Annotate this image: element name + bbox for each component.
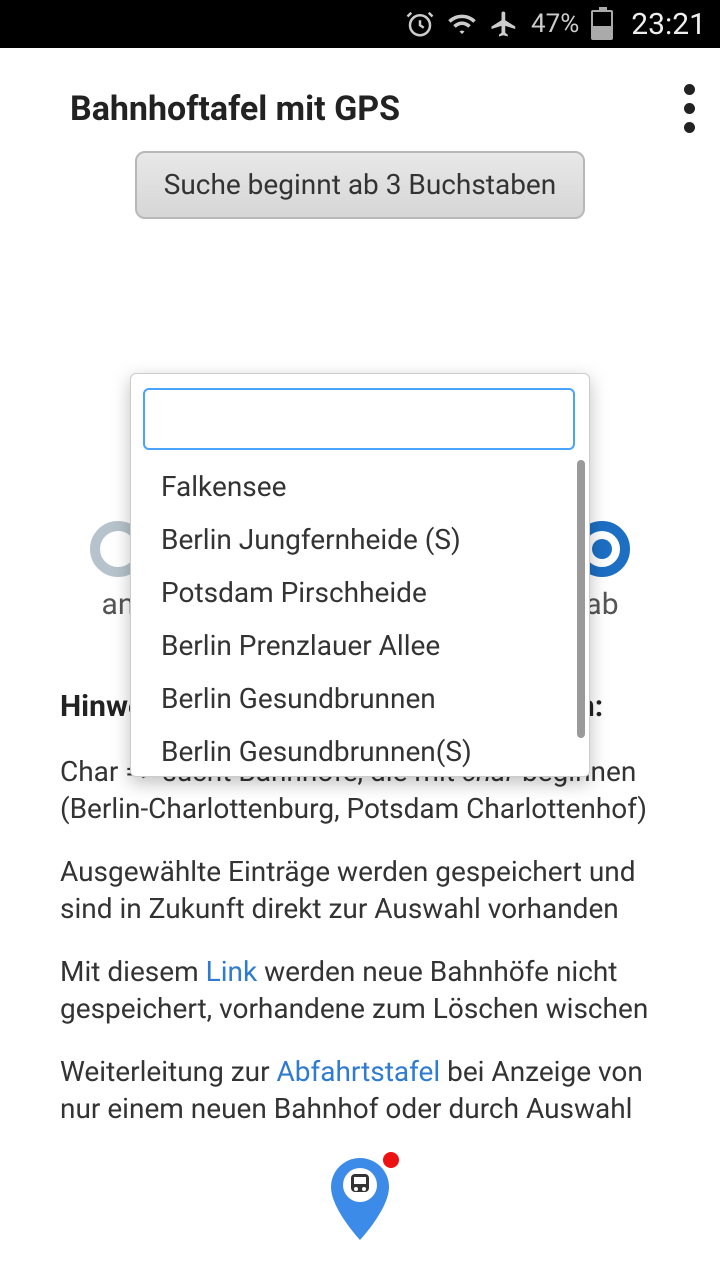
battery-icon: [591, 10, 613, 40]
overflow-menu-button[interactable]: [684, 84, 710, 133]
alarm-icon: [405, 9, 435, 39]
clock-time: 23:21: [631, 7, 706, 42]
suggestion-list[interactable]: Falkensee Berlin Jungfernheide (S) Potsd…: [141, 460, 585, 776]
station-autocomplete-dropdown: Falkensee Berlin Jungfernheide (S) Potsd…: [130, 373, 590, 777]
android-status-bar: 47% 23:21: [0, 0, 720, 48]
list-item[interactable]: Berlin Gesundbrunnen(S): [141, 725, 585, 776]
battery-percent: 47%: [531, 9, 579, 39]
hint-paragraph: Ausgewählte Einträge werden gespeichert …: [60, 854, 660, 928]
list-item[interactable]: Falkensee: [141, 460, 585, 513]
airplane-mode-icon: [489, 9, 519, 39]
hint-paragraph: Weiterleitung zur Abfahrtstafel bei Anze…: [60, 1054, 660, 1128]
list-item[interactable]: Berlin Gesundbrunnen: [141, 672, 585, 725]
list-item[interactable]: Berlin Prenzlauer Allee: [141, 619, 585, 672]
app-header: Bahnhoftafel mit GPS: [0, 48, 720, 151]
page-title: Bahnhoftafel mit GPS: [70, 89, 400, 129]
hint-paragraph: Mit diesem Link werden neue Bahnhöfe nic…: [60, 954, 660, 1028]
list-item[interactable]: Potsdam Pirschheide: [141, 566, 585, 619]
link-departure-board[interactable]: Abfahrtstafel: [277, 1055, 441, 1088]
notification-badge: [383, 1152, 399, 1168]
link-no-save[interactable]: Link: [206, 955, 258, 988]
list-item[interactable]: Berlin Jungfernheide (S): [141, 513, 585, 566]
wifi-icon: [447, 9, 477, 39]
station-map-pin-icon[interactable]: [325, 1154, 395, 1248]
station-search-input[interactable]: [143, 388, 575, 450]
search-trigger-button[interactable]: Suche beginnt ab 3 Buchstaben: [135, 151, 585, 219]
